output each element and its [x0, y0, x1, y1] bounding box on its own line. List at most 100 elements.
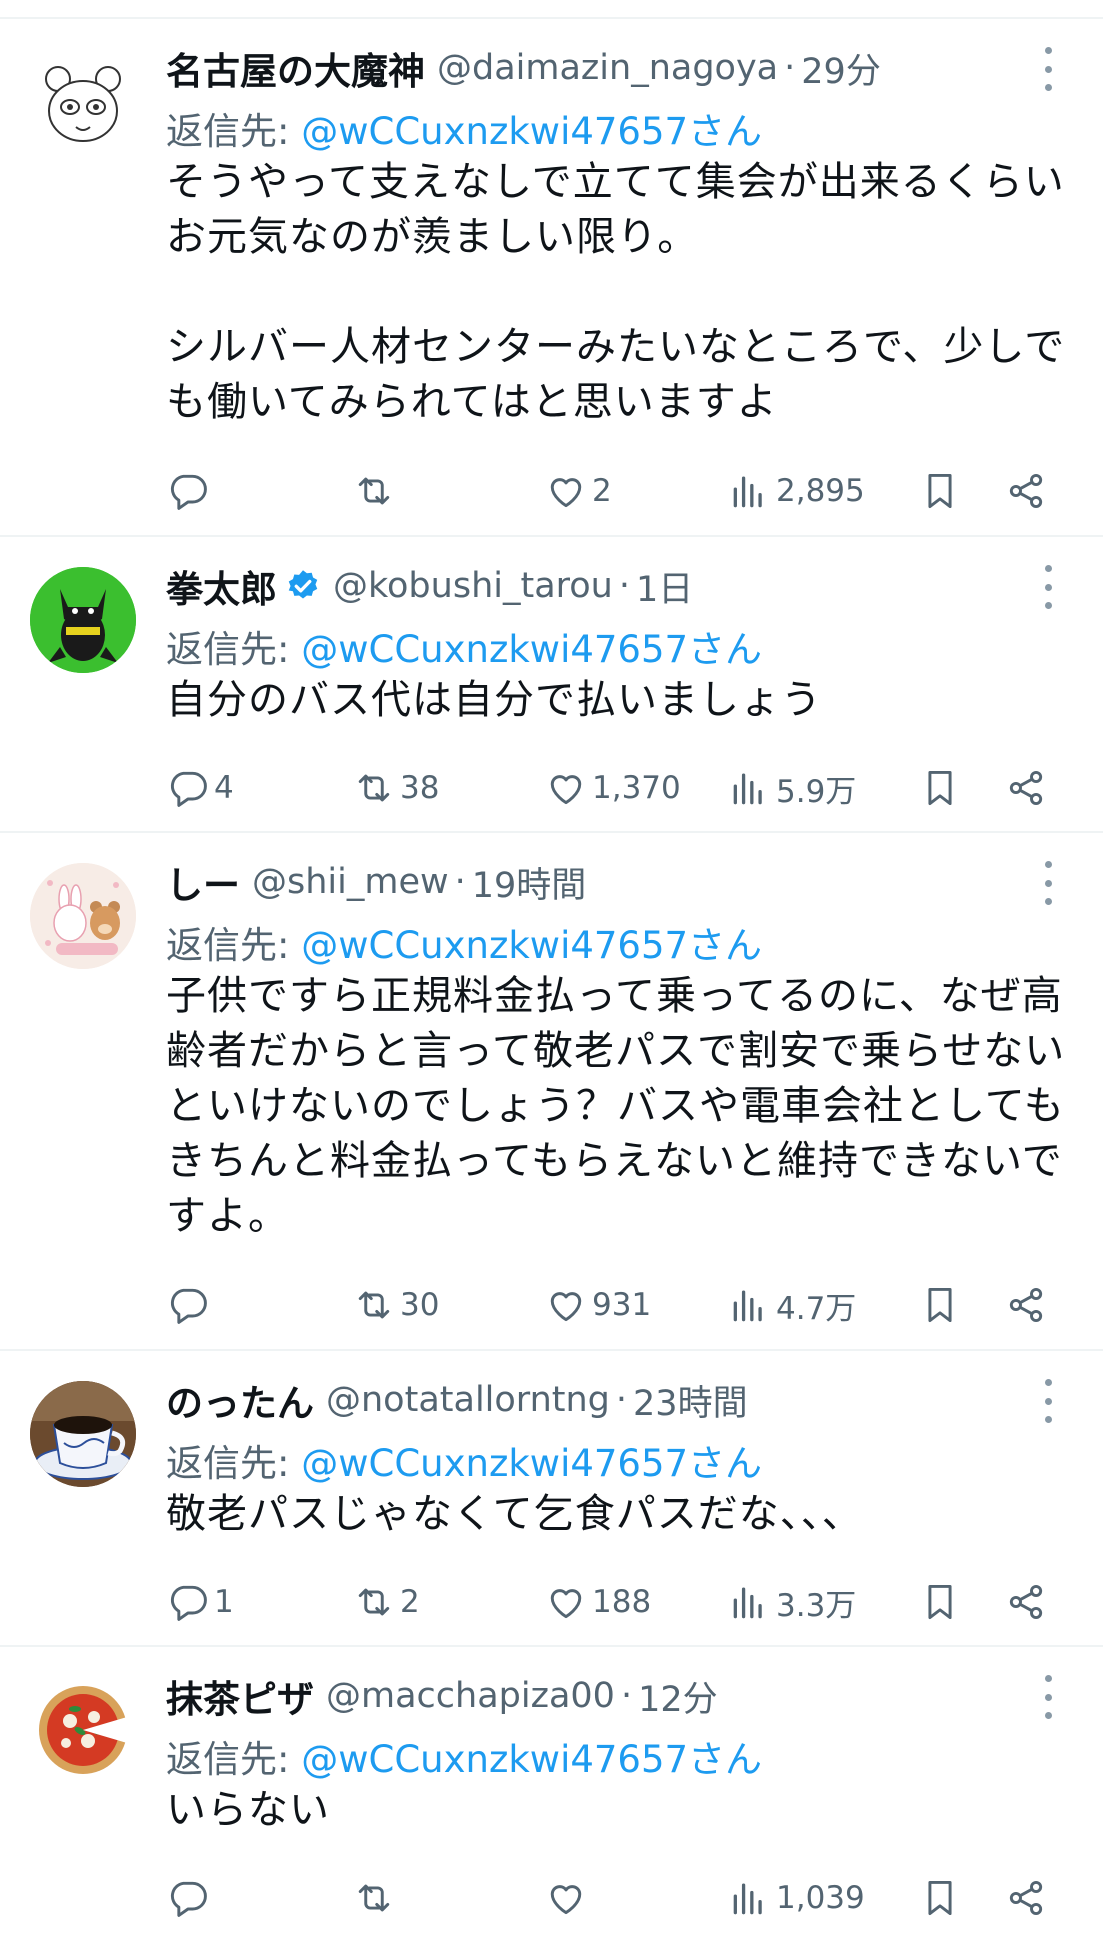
more-options-icon[interactable] — [1033, 861, 1063, 905]
heart-icon — [544, 469, 588, 513]
user-handle[interactable]: @shii_mew — [252, 862, 449, 902]
separator-dot: · — [454, 862, 466, 902]
reply-to-line: 返信先: @wCCuxnzkwi47657さん — [166, 101, 762, 155]
heart-icon — [544, 766, 588, 810]
views-button[interactable]: 4.7万 — [728, 1280, 856, 1330]
timestamp[interactable]: 12分 — [638, 1671, 718, 1721]
display-name[interactable]: 名古屋の大魔神 — [166, 43, 425, 93]
reply-to-line: 返信先: @wCCuxnzkwi47657さん — [166, 915, 762, 969]
reply-to-link[interactable]: @wCCuxnzkwi47657さん — [301, 924, 762, 967]
like-button[interactable]: 1,370 — [544, 763, 681, 813]
retweet-icon — [352, 1283, 396, 1327]
retweet-icon — [352, 1876, 396, 1920]
reply-button[interactable] — [166, 1280, 214, 1330]
bookmark-button[interactable] — [918, 1577, 962, 1627]
share-button[interactable] — [1004, 466, 1048, 516]
share-button[interactable] — [1004, 1873, 1048, 1923]
black-cat-avatar[interactable] — [30, 567, 136, 673]
reply-to-link[interactable]: @wCCuxnzkwi47657さん — [301, 628, 762, 671]
user-handle[interactable]: @kobushi_tarou — [333, 566, 613, 606]
user-handle[interactable]: @macchapiza00 — [326, 1676, 615, 1716]
retweet-button[interactable]: 38 — [352, 763, 439, 813]
views-button[interactable]: 2,895 — [728, 466, 865, 516]
retweet-icon — [352, 766, 396, 810]
bar-chart-icon — [728, 1283, 772, 1327]
share-icon — [1004, 1283, 1048, 1327]
timestamp[interactable]: 19時間 — [472, 857, 587, 907]
reply-button[interactable] — [166, 1873, 214, 1923]
views-button[interactable]: 1,039 — [728, 1873, 865, 1923]
reply-button[interactable] — [166, 466, 214, 516]
reply-item[interactable]: しー @shii_mew · 19時間 返信先: @wCCuxnzkwi4765… — [0, 833, 1103, 1351]
reply-button[interactable]: 1 — [166, 1577, 234, 1627]
share-button[interactable] — [1004, 1577, 1048, 1627]
reply-icon — [166, 1580, 210, 1624]
bookmark-button[interactable] — [918, 763, 962, 813]
bunny-bear-avatar[interactable] — [30, 863, 136, 969]
timestamp[interactable]: 23時間 — [633, 1375, 748, 1425]
bookmark-icon — [918, 766, 962, 810]
reply-item[interactable]: 名古屋の大魔神 @daimazin_nagoya · 29分 返信先: @wCC… — [0, 19, 1103, 537]
reply-item[interactable]: 拳太郎 @kobushi_tarou · 1日 返信先: @wCCuxnzkwi… — [0, 537, 1103, 833]
bookmark-icon — [918, 1283, 962, 1327]
like-count: 2 — [592, 473, 612, 509]
tweet-text: 子供ですら正規料金払って乗ってるのに、なぜ高齢者だからと言って敬老パスで割安で乗… — [166, 973, 1066, 1239]
bar-chart-icon — [728, 469, 772, 513]
bookmark-button[interactable] — [918, 1873, 962, 1923]
tweet-text: 自分のバス代は自分で払いましょう — [166, 677, 822, 723]
like-count: 931 — [592, 1287, 652, 1323]
bar-chart-icon — [728, 766, 772, 810]
like-button[interactable]: 2 — [544, 466, 612, 516]
like-button[interactable]: 931 — [544, 1280, 651, 1330]
reply-count: 1 — [214, 1584, 234, 1620]
view-count: 4.7万 — [776, 1290, 857, 1327]
display-name[interactable]: のったん — [166, 1375, 314, 1425]
display-name[interactable]: 抹茶ピザ — [166, 1671, 314, 1721]
more-options-icon[interactable] — [1033, 47, 1063, 91]
views-button[interactable]: 3.3万 — [728, 1577, 856, 1627]
pizza-avatar[interactable] — [30, 1677, 136, 1783]
bookmark-button[interactable] — [918, 1280, 962, 1330]
timestamp[interactable]: 29分 — [801, 43, 881, 93]
like-count: 188 — [592, 1584, 652, 1620]
more-options-icon[interactable] — [1033, 1675, 1063, 1719]
action-bar: 1 2 188 3.3万 — [166, 1577, 1103, 1627]
reply-to-link[interactable]: @wCCuxnzkwi47657さん — [301, 110, 762, 153]
reply-button[interactable]: 4 — [166, 763, 234, 813]
views-button[interactable]: 5.9万 — [728, 763, 856, 813]
share-icon — [1004, 1580, 1048, 1624]
separator-dot: · — [615, 1380, 628, 1420]
coffee-cup-avatar[interactable] — [30, 1381, 136, 1487]
share-icon — [1004, 469, 1048, 513]
reply-to-link[interactable]: @wCCuxnzkwi47657さん — [301, 1442, 762, 1485]
reply-to-label: 返信先: — [166, 924, 302, 967]
reply-item[interactable]: のったん @notatallorntng · 23時間 返信先: @wCCuxn… — [0, 1351, 1103, 1647]
reply-item[interactable]: 抹茶ピザ @macchapiza00 · 12分 返信先: @wCCuxnzkw… — [0, 1647, 1103, 1947]
tweet-text: 敬老パスじゃなくて乞食パスだな、、、 — [166, 1491, 863, 1537]
user-handle[interactable]: @daimazin_nagoya — [437, 48, 778, 88]
share-button[interactable] — [1004, 1280, 1048, 1330]
bookmark-icon — [918, 1580, 962, 1624]
share-button[interactable] — [1004, 763, 1048, 813]
retweet-count: 2 — [400, 1584, 420, 1620]
like-button[interactable]: 188 — [544, 1577, 651, 1627]
retweet-button[interactable]: 30 — [352, 1280, 439, 1330]
bookmark-icon — [918, 469, 962, 513]
heart-icon — [544, 1283, 588, 1327]
reply-to-link[interactable]: @wCCuxnzkwi47657さん — [301, 1738, 762, 1781]
more-options-icon[interactable] — [1033, 1379, 1063, 1423]
retweet-button[interactable] — [352, 1873, 400, 1923]
display-name[interactable]: しー — [166, 857, 240, 907]
panda-sketch-avatar[interactable] — [30, 49, 136, 155]
timestamp[interactable]: 1日 — [636, 561, 693, 611]
bookmark-button[interactable] — [918, 466, 962, 516]
reply-to-label: 返信先: — [166, 1442, 302, 1485]
retweet-button[interactable]: 2 — [352, 1577, 420, 1627]
retweet-icon — [352, 1580, 396, 1624]
more-options-icon[interactable] — [1033, 565, 1063, 609]
retweet-button[interactable] — [352, 466, 400, 516]
display-name[interactable]: 拳太郎 — [166, 561, 277, 611]
share-icon — [1004, 1876, 1048, 1920]
like-button[interactable] — [544, 1873, 592, 1923]
user-handle[interactable]: @notatallorntng — [326, 1380, 610, 1420]
